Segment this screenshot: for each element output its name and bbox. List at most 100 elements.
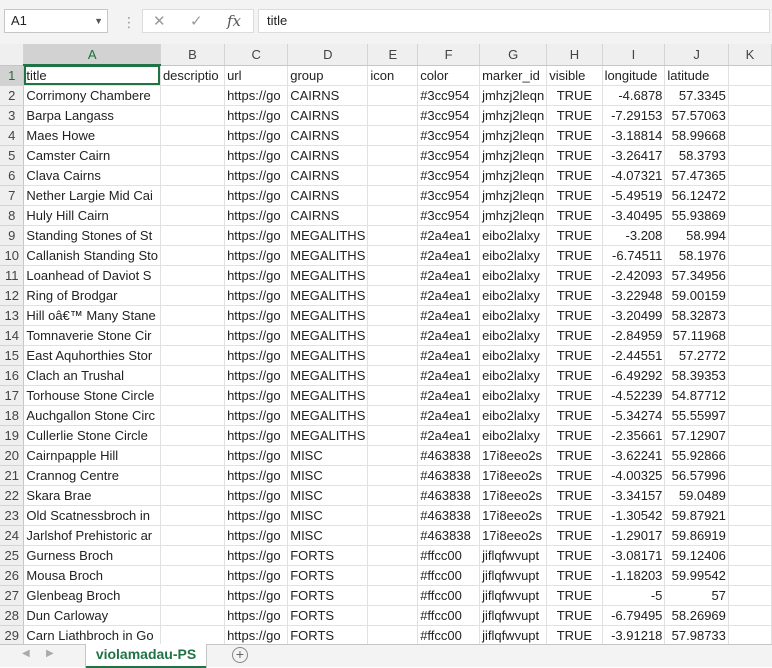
cell-a26[interactable]: Mousa Broch (23, 565, 161, 586)
cell-b21[interactable] (160, 465, 226, 486)
cell-d22[interactable]: MISC (287, 485, 369, 506)
cell-b25[interactable] (160, 545, 226, 566)
cell-e19[interactable] (367, 425, 419, 446)
cell-d8[interactable]: CAIRNS (287, 205, 369, 226)
cell-e29[interactable] (367, 625, 419, 644)
row-header[interactable]: 3 (0, 105, 25, 126)
cell-k10[interactable] (728, 245, 772, 266)
cell-f11[interactable]: #2a4ea1 (417, 265, 481, 286)
cell-d9[interactable]: MEGALITHS (287, 225, 369, 246)
plus-circle-icon[interactable]: + (232, 647, 248, 663)
cell-a18[interactable]: Auchgallon Stone Circ (23, 405, 161, 426)
cell-c20[interactable]: https://go (224, 445, 289, 466)
cell-i26[interactable]: -1.18203 (602, 565, 666, 586)
cell-b14[interactable] (160, 325, 226, 346)
cell-f21[interactable]: #463838 (417, 465, 481, 486)
cell-h15[interactable]: TRUE (546, 345, 603, 366)
cell-h18[interactable]: TRUE (546, 405, 603, 426)
cell-h3[interactable]: TRUE (546, 105, 603, 126)
cell-a11[interactable]: Loanhead of Daviot S (23, 265, 161, 286)
cell-j21[interactable]: 56.57996 (664, 465, 729, 486)
cell-k7[interactable] (728, 185, 772, 206)
cell-i6[interactable]: -4.07321 (602, 165, 666, 186)
cell-b11[interactable] (160, 265, 226, 286)
cell-d4[interactable]: CAIRNS (287, 125, 369, 146)
cell-d17[interactable]: MEGALITHS (287, 385, 369, 406)
row-header[interactable]: 23 (0, 505, 25, 526)
cell-j11[interactable]: 57.34956 (664, 265, 729, 286)
cell-e18[interactable] (367, 405, 419, 426)
cell-f1[interactable]: color (417, 65, 481, 86)
cell-f5[interactable]: #3cc954 (417, 145, 481, 166)
cell-c29[interactable]: https://go (224, 625, 289, 644)
cell-b27[interactable] (160, 585, 226, 606)
cell-i29[interactable]: -3.91218 (602, 625, 666, 644)
cell-b15[interactable] (160, 345, 226, 366)
row-header[interactable]: 4 (0, 125, 25, 146)
cell-h26[interactable]: TRUE (546, 565, 603, 586)
cell-f14[interactable]: #2a4ea1 (417, 325, 481, 346)
cell-c24[interactable]: https://go (224, 525, 289, 546)
cell-c19[interactable]: https://go (224, 425, 289, 446)
cell-b6[interactable] (160, 165, 226, 186)
cell-h1[interactable]: visible (546, 65, 603, 86)
cell-k20[interactable] (728, 445, 772, 466)
cell-e24[interactable] (367, 525, 419, 546)
cell-j27[interactable]: 57 (664, 585, 729, 606)
cell-b4[interactable] (160, 125, 226, 146)
cell-j29[interactable]: 57.98733 (664, 625, 729, 644)
cell-j12[interactable]: 59.00159 (664, 285, 729, 306)
cell-j3[interactable]: 57.57063 (664, 105, 729, 126)
cell-j7[interactable]: 56.12472 (664, 185, 729, 206)
cell-a21[interactable]: Crannog Centre (23, 465, 161, 486)
cell-j2[interactable]: 57.3345 (664, 85, 729, 106)
cell-b1[interactable]: descriptio (160, 65, 226, 86)
cell-d5[interactable]: CAIRNS (287, 145, 369, 166)
cell-i2[interactable]: -4.6878 (602, 85, 666, 106)
cell-d29[interactable]: FORTS (287, 625, 369, 644)
cell-k12[interactable] (728, 285, 772, 306)
cell-i27[interactable]: -5 (602, 585, 666, 606)
row-header[interactable]: 8 (0, 205, 25, 226)
cell-j4[interactable]: 58.99668 (664, 125, 729, 146)
cell-g25[interactable]: jiflqfwvupt (479, 545, 548, 566)
cell-f8[interactable]: #3cc954 (417, 205, 481, 226)
select-all-corner[interactable] (0, 44, 25, 66)
cell-h4[interactable]: TRUE (546, 125, 603, 146)
cell-c9[interactable]: https://go (224, 225, 289, 246)
cell-h7[interactable]: TRUE (546, 185, 603, 206)
cell-g6[interactable]: jmhzj2leqn (479, 165, 548, 186)
cell-i16[interactable]: -6.49292 (602, 365, 666, 386)
cell-h24[interactable]: TRUE (546, 525, 603, 546)
cell-g29[interactable]: jiflqfwvupt (479, 625, 548, 644)
cell-j9[interactable]: 58.994 (664, 225, 729, 246)
cell-f18[interactable]: #2a4ea1 (417, 405, 481, 426)
cell-k17[interactable] (728, 385, 772, 406)
cell-f12[interactable]: #2a4ea1 (417, 285, 481, 306)
row-header[interactable]: 5 (0, 145, 25, 166)
cell-h12[interactable]: TRUE (546, 285, 603, 306)
cell-f29[interactable]: #ffcc00 (417, 625, 481, 644)
cell-f23[interactable]: #463838 (417, 505, 481, 526)
cell-b28[interactable] (160, 605, 226, 626)
cell-b12[interactable] (160, 285, 226, 306)
cell-k21[interactable] (728, 465, 772, 486)
cell-a7[interactable]: Nether Largie Mid Cai (23, 185, 161, 206)
cell-b26[interactable] (160, 565, 226, 586)
cell-a2[interactable]: Corrimony Chambere (23, 85, 161, 106)
cell-a17[interactable]: Torhouse Stone Circle (23, 385, 161, 406)
cell-f13[interactable]: #2a4ea1 (417, 305, 481, 326)
cell-d21[interactable]: MISC (287, 465, 369, 486)
cell-e15[interactable] (367, 345, 419, 366)
cell-j24[interactable]: 59.86919 (664, 525, 729, 546)
cell-c6[interactable]: https://go (224, 165, 289, 186)
cell-e3[interactable] (367, 105, 419, 126)
cell-b22[interactable] (160, 485, 226, 506)
cell-h17[interactable]: TRUE (546, 385, 603, 406)
cell-c26[interactable]: https://go (224, 565, 289, 586)
enter-icon[interactable]: ✓ (190, 12, 203, 30)
cell-a19[interactable]: Cullerlie Stone Circle (23, 425, 161, 446)
cell-g27[interactable]: jiflqfwvupt (479, 585, 548, 606)
cell-c5[interactable]: https://go (224, 145, 289, 166)
cell-e12[interactable] (367, 285, 419, 306)
